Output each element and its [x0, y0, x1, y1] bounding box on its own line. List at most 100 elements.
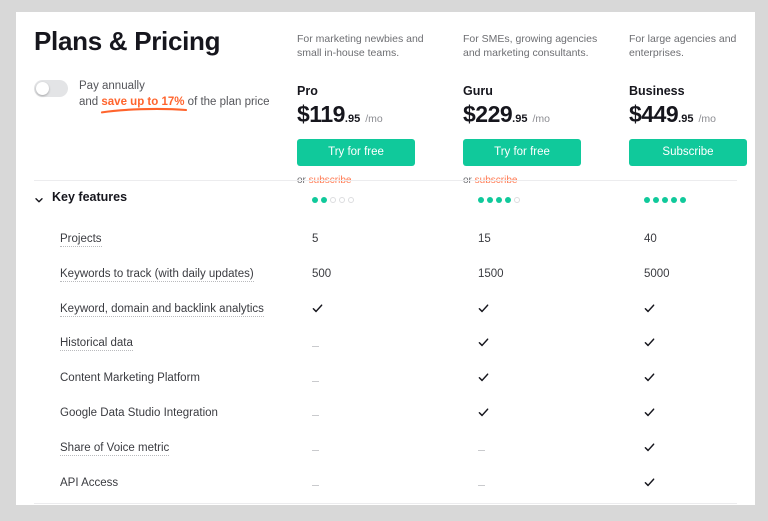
pricing-card: Plans & Pricing Pay annually and save up… — [16, 12, 755, 505]
toggle-label: Pay annually — [79, 80, 145, 92]
not-included-dash — [478, 450, 485, 452]
plan-description: For SMEs, growing agencies and marketing… — [463, 33, 598, 59]
pricing-page: Plans & Pricing Pay annually and save up… — [0, 0, 768, 521]
price-cents: .95 — [512, 113, 528, 125]
feature-label[interactable]: Historical data — [60, 337, 133, 352]
key-features-label: Key features — [52, 190, 128, 204]
toggle-knob — [36, 82, 49, 95]
price-cents: .95 — [678, 113, 694, 125]
feature-value-business — [644, 407, 655, 421]
feature-value-guru: 1500 — [478, 267, 504, 280]
rating-dot — [644, 197, 650, 203]
not-included-dash — [478, 485, 485, 487]
feature-value-business: 40 — [644, 233, 657, 245]
feature-row: Google Data Studio Integration — [34, 398, 737, 433]
plan-price: $449 .95 /mo — [629, 101, 755, 128]
feature-label: Content Marketing Platform — [60, 372, 200, 385]
checkmark-icon — [312, 304, 323, 317]
not-included-dash — [312, 485, 319, 487]
header-divider — [34, 180, 737, 181]
plan-price: $119 .95 /mo — [297, 101, 449, 128]
plan-name: Pro — [297, 84, 318, 98]
rating-dot — [321, 197, 327, 203]
rating-dot — [662, 197, 668, 203]
feature-value-business — [644, 337, 655, 351]
checkmark-icon — [644, 408, 655, 421]
rating-dot — [496, 197, 502, 203]
price-cents: .95 — [344, 113, 361, 125]
plan-description: For large agencies and enterprises. — [629, 33, 737, 59]
plan-name: Guru — [463, 84, 493, 98]
pricing-header-area: Plans & Pricing Pay annually and save up… — [16, 12, 755, 186]
plan-column-pro: For marketing newbies and small in-house… — [297, 32, 449, 186]
rating-dot — [653, 197, 659, 203]
key-features-section-header[interactable]: Key features — [34, 190, 127, 204]
price-amount: $449 — [629, 101, 679, 127]
feature-row: API Access — [34, 468, 737, 503]
feature-value-business — [644, 372, 655, 386]
checkmark-icon — [644, 443, 655, 456]
feature-row: Projects 5 15 40 — [34, 224, 737, 259]
checkmark-icon — [644, 304, 655, 317]
plan-column-guru: For SMEs, growing agencies and marketing… — [463, 32, 615, 186]
feature-value-business — [644, 477, 655, 491]
feature-value-guru — [478, 337, 489, 351]
feature-value-pro: 500 — [312, 267, 332, 280]
rating-dot — [348, 197, 354, 203]
key-features-table: Projects 5 15 40 Keywords to track (with dai… — [34, 224, 737, 502]
feature-row: Share of Voice metric — [34, 433, 737, 468]
table-bottom-divider — [34, 503, 737, 504]
feature-row: Historical data — [34, 328, 737, 363]
feature-value-pro — [312, 442, 319, 454]
checkmark-icon — [478, 373, 489, 386]
feature-value-pro — [312, 303, 323, 317]
rating-dot — [478, 197, 484, 203]
rating-dot — [312, 197, 318, 203]
toggle-text: Pay annually and save up to 17% of the p… — [79, 78, 270, 114]
feature-label[interactable]: Share of Voice metric — [60, 442, 170, 456]
rating-dot — [330, 197, 336, 203]
rating-dot — [339, 197, 345, 203]
feature-value-pro — [312, 407, 319, 419]
feature-row: Content Marketing Platform — [34, 363, 737, 398]
toggle-savings-line: and save up to 17% of the plan price — [79, 94, 270, 114]
rating-dot — [487, 197, 493, 203]
feature-label[interactable]: Projects — [60, 233, 102, 247]
plan-rating-dots-guru — [478, 197, 520, 203]
savings-prefix: and — [79, 96, 102, 108]
plan-rating-dots-pro — [312, 197, 354, 203]
rating-dot — [514, 197, 520, 203]
not-included-dash — [312, 380, 319, 382]
price-period: /mo — [532, 113, 550, 125]
rating-dot — [505, 197, 511, 203]
feature-label[interactable]: Keywords to track (with daily updates) — [60, 268, 254, 282]
feature-value-guru — [478, 442, 485, 454]
feature-value-guru — [478, 407, 489, 421]
feature-value-business: 5000 — [644, 267, 670, 280]
not-included-dash — [312, 450, 319, 452]
feature-value-business — [644, 303, 655, 317]
price-period: /mo — [698, 113, 716, 125]
feature-value-guru: 15 — [478, 233, 491, 245]
checkmark-icon — [644, 478, 655, 491]
price-amount: $119 — [297, 101, 345, 127]
plan-price: $229 .95 /mo — [463, 101, 615, 128]
plan-column-business: For large agencies and enterprises. Busi… — [629, 32, 755, 166]
page-title: Plans & Pricing — [34, 26, 221, 56]
underline-brush-stroke — [100, 107, 188, 114]
feature-row: Keyword, domain and backlink analytics — [34, 294, 737, 329]
feature-label[interactable]: Keyword, domain and backlink analytics — [60, 303, 264, 317]
feature-value-pro: 5 — [312, 233, 319, 245]
try-for-free-button-guru[interactable]: Try for free — [463, 139, 581, 166]
pay-annually-toggle[interactable] — [34, 80, 68, 97]
checkmark-icon — [478, 338, 489, 351]
subscribe-button-business[interactable]: Subscribe — [629, 139, 747, 166]
chevron-down-icon — [34, 192, 44, 203]
feature-value-pro — [312, 337, 319, 349]
feature-value-guru — [478, 303, 489, 317]
checkmark-icon — [478, 304, 489, 317]
feature-value-guru — [478, 372, 489, 386]
feature-row: Keywords to track (with daily updates) 50… — [34, 259, 737, 294]
price-period: /mo — [365, 113, 383, 125]
try-for-free-button-pro[interactable]: Try for free — [297, 139, 415, 166]
